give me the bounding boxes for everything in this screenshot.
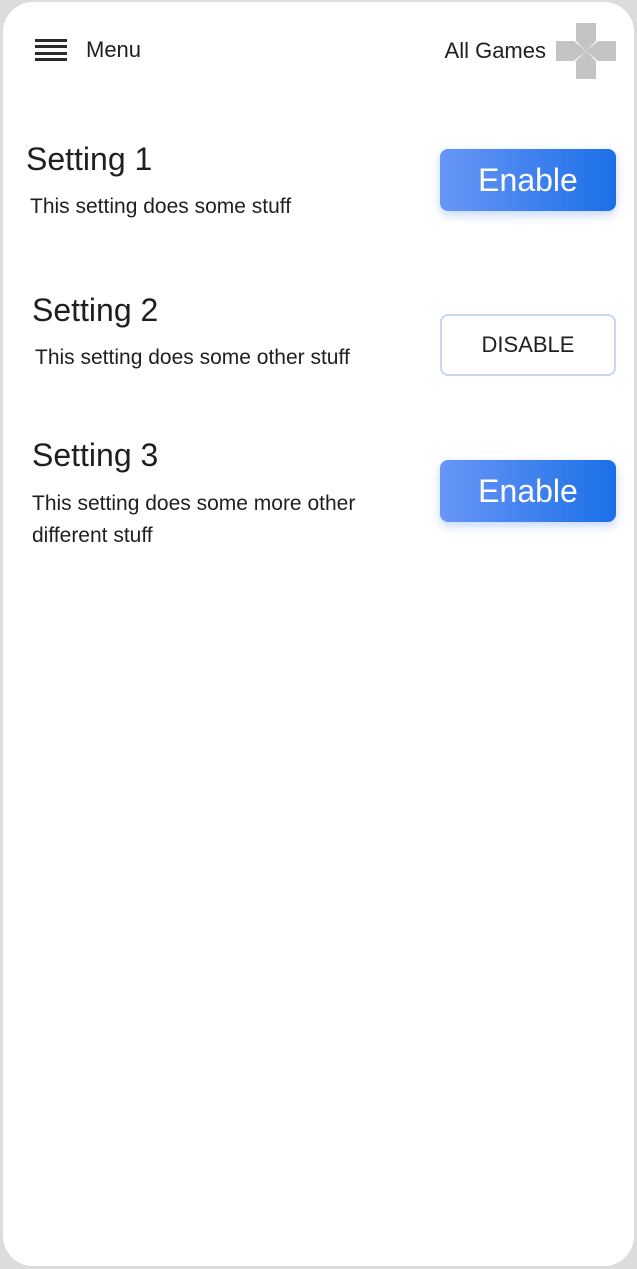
setting-2-disable-button[interactable]: DISABLE — [440, 314, 616, 376]
setting-row: Setting 1 This setting does some stuff E… — [3, 138, 634, 228]
setting-title: Setting 3 — [32, 437, 159, 473]
all-games-label: All Games — [444, 38, 546, 63]
setting-1-enable-button[interactable]: Enable — [440, 149, 616, 211]
hamburger-icon — [35, 39, 67, 61]
setting-description: This setting does some more other differ… — [32, 492, 356, 547]
menu-label: Menu — [86, 37, 142, 62]
setting-description: This setting does some other stuff — [35, 346, 350, 369]
all-games-button[interactable]: All Games — [445, 20, 616, 82]
setting-3-enable-button[interactable]: Enable — [440, 460, 616, 522]
menu-button[interactable]: Menu — [35, 32, 141, 68]
app-screen: Menu All Games Setting 1 This setting do… — [3, 2, 634, 1266]
setting-title: Setting 2 — [32, 292, 159, 328]
setting-row: Setting 2 This setting does some other s… — [3, 292, 634, 382]
setting-row: Setting 3 This setting does some more ot… — [3, 436, 634, 566]
setting-title: Setting 1 — [26, 141, 153, 177]
top-bar: Menu All Games — [3, 2, 634, 102]
setting-description: This setting does some stuff — [30, 195, 292, 218]
gamepad-icon — [556, 23, 616, 79]
